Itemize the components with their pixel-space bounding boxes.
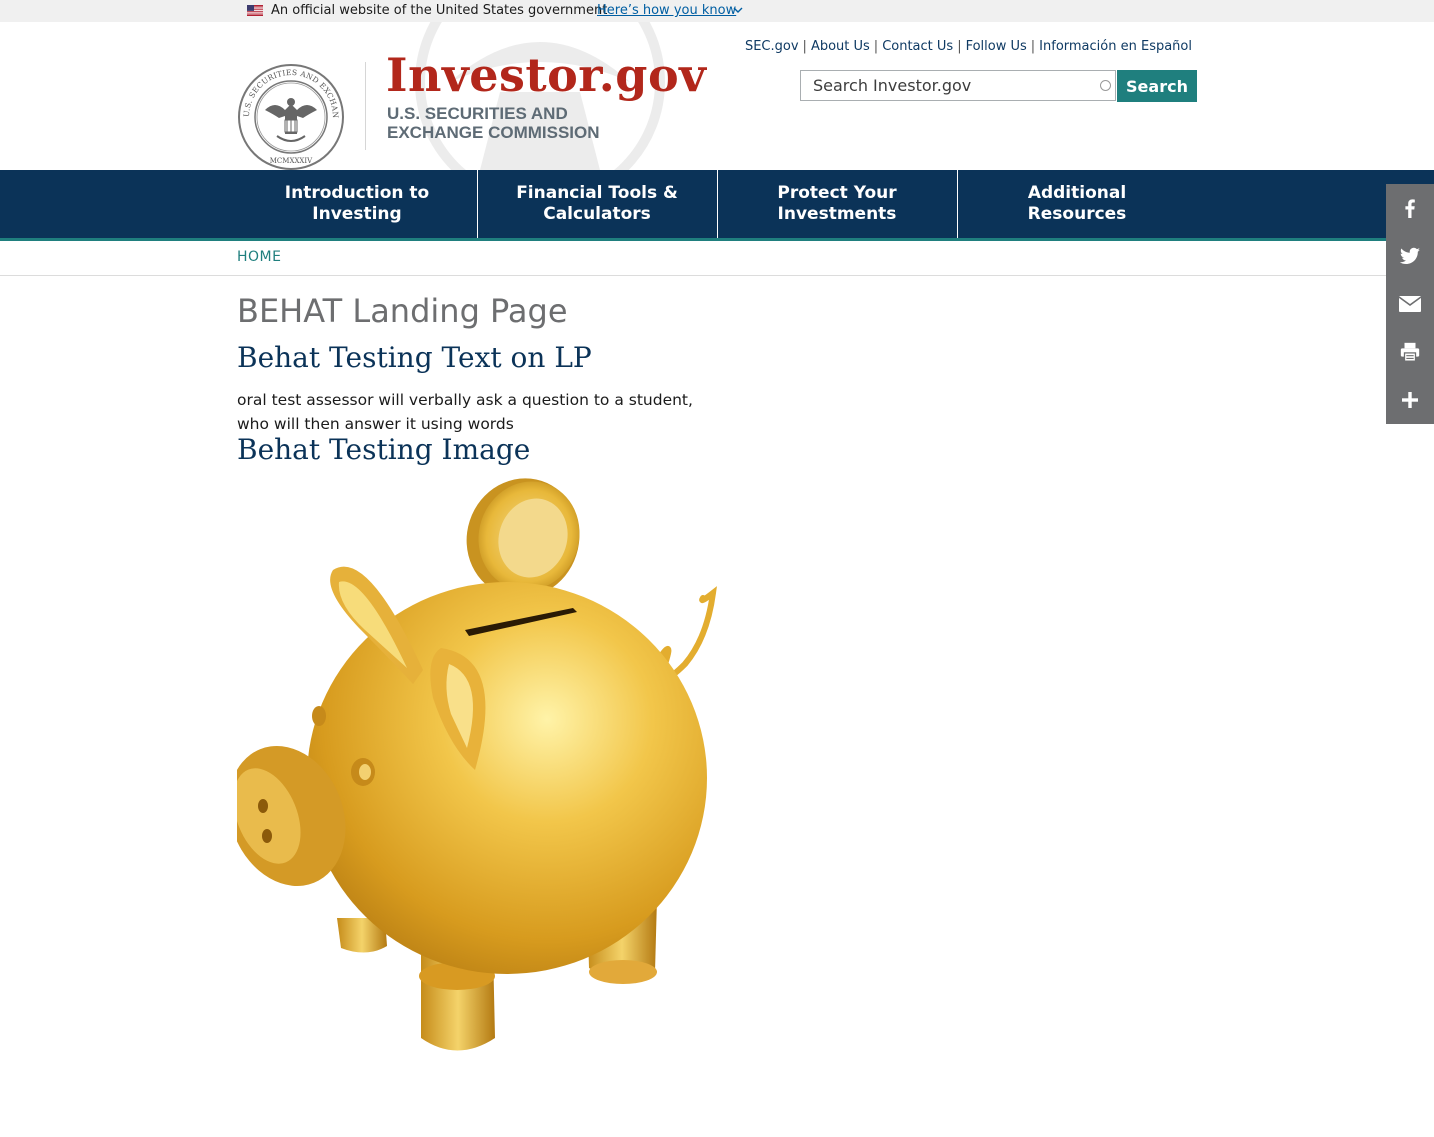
nav-label-line1: Introduction to <box>284 183 430 203</box>
share-more-button[interactable] <box>1386 376 1434 424</box>
svg-text:MCMXXXIV: MCMXXXIV <box>270 157 313 165</box>
agency-name-line1: U.S. SECURITIES AND <box>387 104 568 123</box>
nav-introduction-to-investing[interactable]: Introduction to Investing <box>237 170 477 238</box>
share-facebook-button[interactable] <box>1386 184 1434 232</box>
nav-label-line2: Investments <box>777 204 897 224</box>
nav-label-line1: Protect Your <box>777 183 897 203</box>
body-line1: oral test assessor will verbally ask a q… <box>237 391 693 409</box>
spanish-link[interactable]: Información en Español <box>1039 39 1192 54</box>
breadcrumb: HOME <box>0 241 1434 276</box>
how-you-know-link[interactable]: Here’s how you know <box>597 3 736 18</box>
separator: | <box>873 39 879 54</box>
plus-icon <box>1402 392 1418 408</box>
body-paragraph: oral test assessor will verbally ask a q… <box>237 388 707 436</box>
search-button[interactable]: Search <box>1117 70 1197 102</box>
chevron-down-icon[interactable] <box>733 6 743 14</box>
official-website-text: An official website of the United States… <box>271 3 608 18</box>
contact-us-link[interactable]: Contact Us <box>882 39 953 54</box>
share-email-button[interactable] <box>1386 280 1434 328</box>
nav-label-line1: Financial Tools & <box>516 183 678 203</box>
nav-label-line2: Investing <box>312 204 402 224</box>
nav-financial-tools[interactable]: Financial Tools & Calculators <box>477 170 717 238</box>
nav-additional-resources[interactable]: Additional Resources <box>957 170 1197 238</box>
facebook-icon <box>1405 199 1415 218</box>
nav-label-line1: Additional <box>1027 183 1127 203</box>
agency-name-line2: EXCHANGE COMMISSION <box>387 123 600 142</box>
sec-seal-logo[interactable]: U.S. SECURITIES AND EXCHANGE COMMISSION … <box>237 62 345 172</box>
nav-label-line2: Resources <box>1027 204 1127 224</box>
loading-indicator-icon <box>1100 80 1111 91</box>
search-input[interactable] <box>801 71 1093 100</box>
print-icon <box>1400 342 1420 362</box>
nav-label-line2: Calculators <box>543 204 651 224</box>
section-heading-text: Behat Testing Text on LP <box>237 341 592 374</box>
section-heading-image: Behat Testing Image <box>237 433 531 466</box>
site-logo-title[interactable]: Investor.gov <box>386 48 706 102</box>
breadcrumb-home-link[interactable]: HOME <box>237 249 281 265</box>
golden-piggy-bank-image <box>237 478 717 1051</box>
main-nav: Introduction to Investing Financial Tools… <box>0 170 1434 241</box>
sec-gov-link[interactable]: SEC.gov <box>745 39 799 54</box>
utility-links: SEC.gov | About Us | Contact Us | Follow Us | In… <box>745 39 1192 54</box>
separator: | <box>1030 39 1036 54</box>
agency-name: U.S. SECURITIES AND EXCHANGE COMMISSION <box>387 104 600 142</box>
us-flag-icon <box>247 5 263 16</box>
nav-protect-investments[interactable]: Protect Your Investments <box>717 170 957 238</box>
share-twitter-button[interactable] <box>1386 232 1434 280</box>
about-us-link[interactable]: About Us <box>811 39 870 54</box>
share-sidebar <box>1386 184 1434 424</box>
email-icon <box>1398 296 1422 312</box>
follow-us-link[interactable]: Follow Us <box>966 39 1027 54</box>
logo-divider <box>365 62 366 150</box>
site-header: U.S. SECURITIES AND EXCHANGE COMMISSION … <box>0 22 1434 170</box>
page-title: BEHAT Landing Page <box>237 292 568 330</box>
separator: | <box>802 39 807 54</box>
separator: | <box>957 39 962 54</box>
print-button[interactable] <box>1386 328 1434 376</box>
gov-banner: An official website of the United States… <box>0 0 1434 22</box>
search-box <box>800 70 1116 101</box>
twitter-icon <box>1399 247 1420 264</box>
